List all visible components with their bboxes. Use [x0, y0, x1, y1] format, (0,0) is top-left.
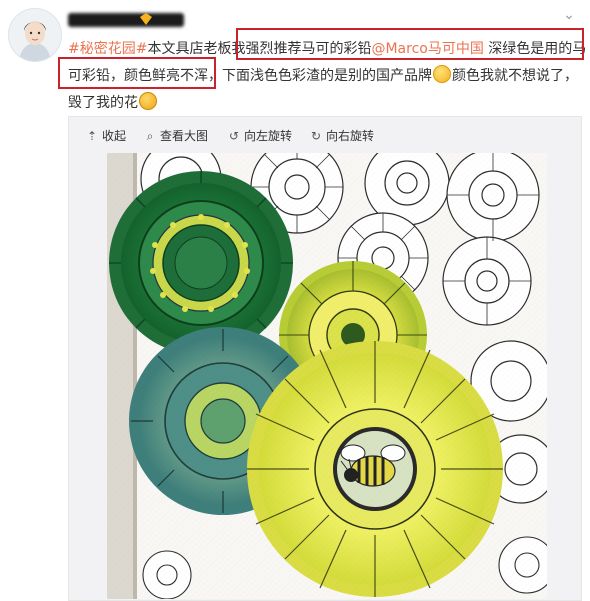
chevron-down-icon[interactable]: ⌄	[560, 8, 578, 22]
laughing-emoji-icon	[433, 65, 451, 83]
post-text-line2-tail: 颜色我就不想说了，	[452, 68, 578, 84]
post-text-line1-tail: 深绿色是用的马	[483, 41, 587, 57]
coloring-book-image	[107, 153, 547, 599]
view-large-label: 查看大图	[160, 129, 209, 143]
rotate-right-label: 向右旋转	[326, 129, 375, 143]
rotate-left-label: 向左旋转	[244, 129, 293, 143]
rotate-left-icon: ↺	[228, 129, 240, 143]
rotate-right-button[interactable]: ↻ 向右旋转	[309, 127, 374, 145]
media-viewer: ⇡ 收起 ⌕ 查看大图 ↺ 向左旋转 ↻ 向右旋转	[68, 116, 582, 601]
collapse-label: 收起	[102, 129, 127, 143]
verified-badge-icon	[140, 13, 152, 25]
post-text-line3: 毁了我的花	[68, 95, 138, 111]
mention-link[interactable]: @Marco马可中国	[371, 41, 483, 57]
avatar-image	[9, 9, 61, 61]
post-text-line2: 可彩铅，颜色鲜亮不浑，下面浅色色彩渣的是别的国产品牌	[68, 68, 432, 84]
search-icon: ⌕	[146, 129, 154, 143]
weibo-post: ⌄ #秘密花园#本文具店老板我强烈推荐马可的彩铅@Marco马可中国 深绿色是用…	[0, 0, 590, 601]
shocked-emoji-icon	[139, 92, 157, 110]
post-photo[interactable]	[107, 153, 547, 599]
avatar[interactable]	[8, 8, 62, 62]
rotate-left-button[interactable]: ↺ 向左旋转	[227, 127, 292, 145]
username-redaction	[68, 13, 184, 27]
topic-tag-link[interactable]: #秘密花园#	[68, 41, 147, 57]
arrow-up-icon: ⇡	[86, 129, 98, 143]
collapse-button[interactable]: ⇡ 收起	[85, 127, 126, 145]
media-toolbar: ⇡ 收起 ⌕ 查看大图 ↺ 向左旋转 ↻ 向右旋转	[69, 117, 581, 153]
rotate-right-icon: ↻	[310, 129, 322, 143]
view-large-button[interactable]: ⌕ 查看大图	[143, 127, 208, 145]
post-text-line1: 本文具店老板我强烈推荐马可的彩铅	[147, 41, 372, 57]
username[interactable]	[68, 10, 188, 30]
